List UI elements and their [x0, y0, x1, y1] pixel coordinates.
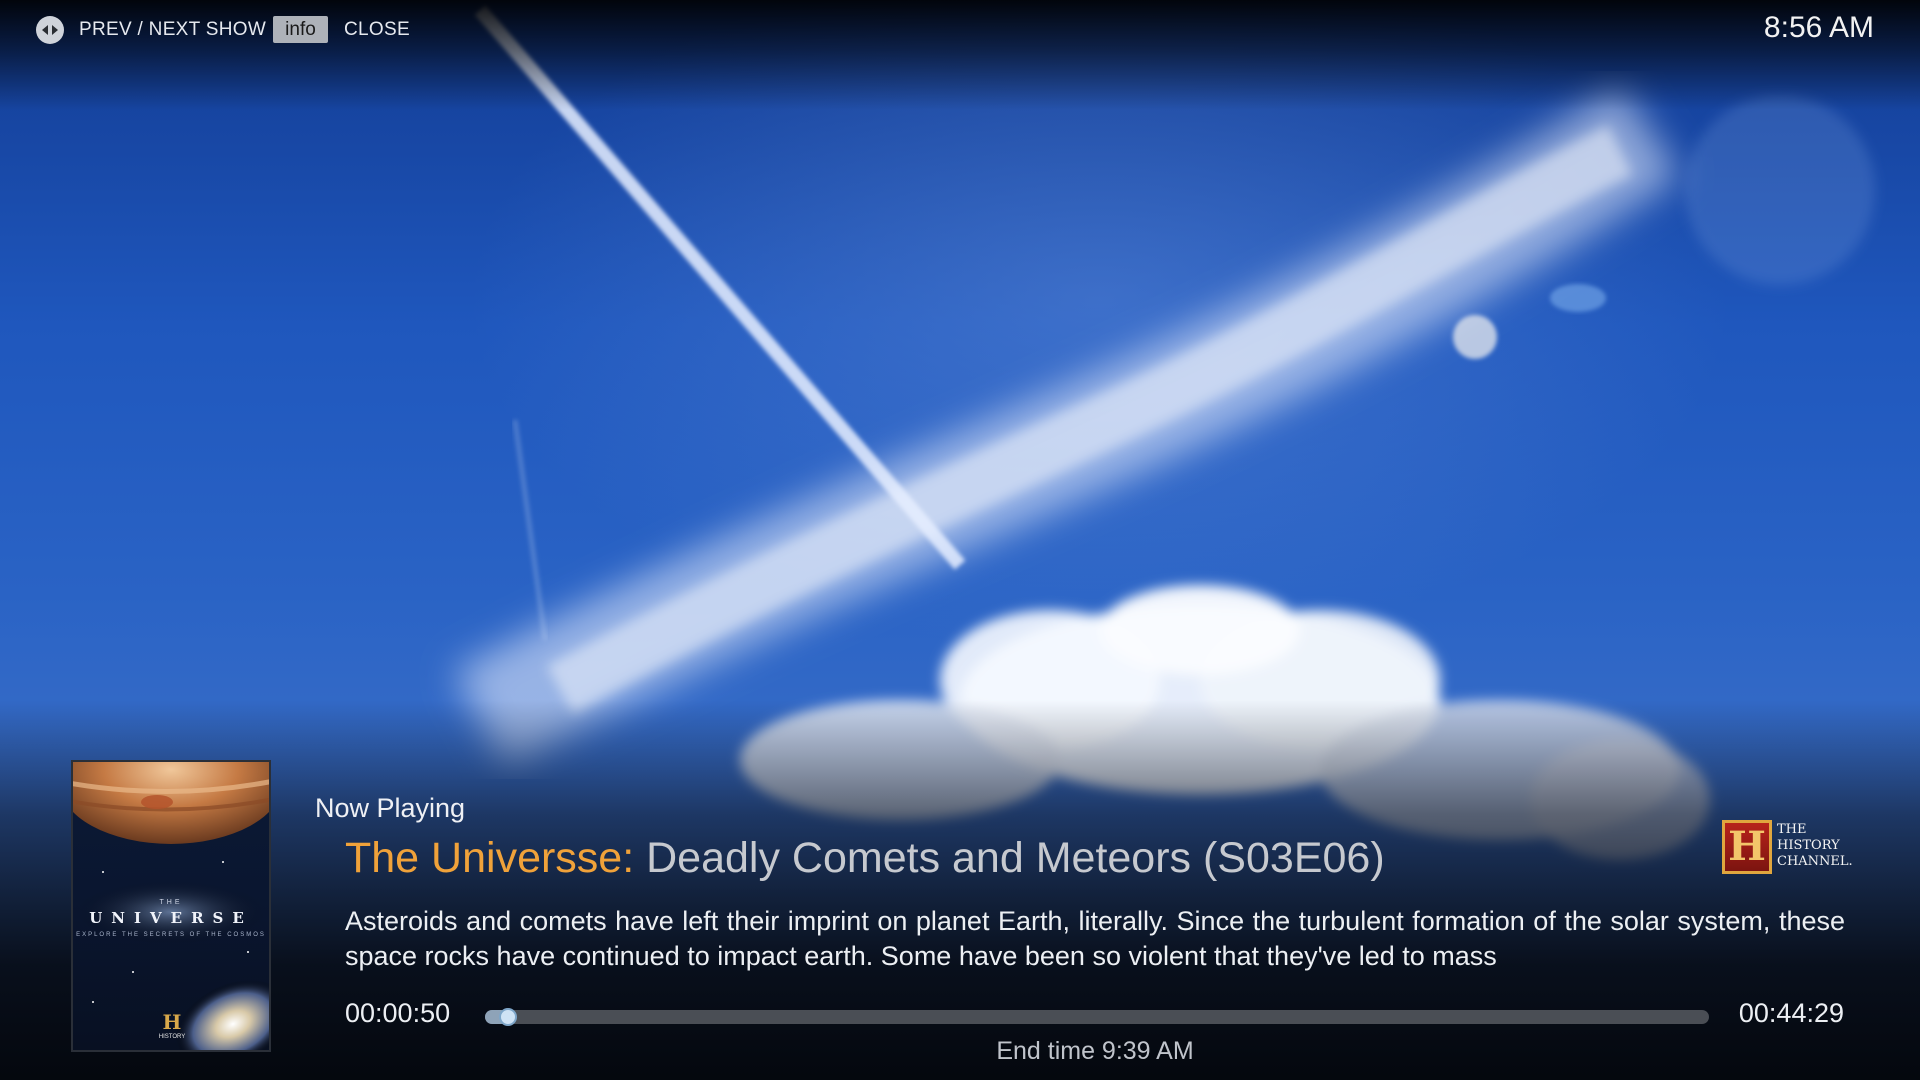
show-title: The Universse: [345, 834, 635, 882]
video-player: PREV / NEXT SHOW info CLOSE 8:56 AM THE … [0, 0, 1920, 1080]
prev-next-show-button[interactable]: PREV / NEXT SHOW [79, 19, 266, 41]
end-time: End time 9:39 AM [996, 1037, 1194, 1065]
total-time: 00:44:29 [1738, 998, 1844, 1028]
clock: 8:56 AM [1763, 11, 1874, 44]
poster-history-logo: H [162, 1010, 182, 1034]
poster-art [73, 762, 269, 1050]
channel-name-line-1: THE [1777, 822, 1807, 837]
seek-bar[interactable] [485, 1010, 1709, 1024]
channel-name-line-2: HISTORY [1777, 838, 1840, 853]
info-button[interactable]: info [273, 16, 328, 43]
episode-plot: Asteroids and comets have left their imp… [345, 906, 1845, 971]
channel-name: THE HISTORY CHANNEL. [1777, 822, 1853, 870]
poster-history-label: HISTORY [158, 1034, 186, 1040]
close-button[interactable]: CLOSE [344, 19, 410, 41]
poster-the-text: THE [159, 899, 183, 906]
elapsed-time: 00:00:50 [345, 998, 451, 1028]
top-bar: PREV / NEXT SHOW info CLOSE 8:56 AM [0, 0, 1920, 110]
media-title: The Universse: Deadly Comets and Meteors… [345, 834, 1385, 883]
prev-next-icon[interactable] [36, 16, 64, 44]
history-channel-h-icon: H [1722, 820, 1772, 874]
channel-name-line-3: CHANNEL. [1777, 854, 1853, 869]
poster-subtitle: EXPLORE THE SECRETS OF THE COSMOS [76, 932, 266, 938]
now-playing-heading: Now Playing [315, 793, 466, 823]
show-poster: THE UNIVERSE EXPLORE THE SECRETS OF THE … [71, 760, 271, 1052]
channel-logo: H THE HISTORY CHANNEL. [1722, 820, 1853, 874]
poster-title: UNIVERSE [89, 909, 253, 927]
episode-title: Deadly Comets and Meteors (S03E06) [646, 834, 1385, 882]
